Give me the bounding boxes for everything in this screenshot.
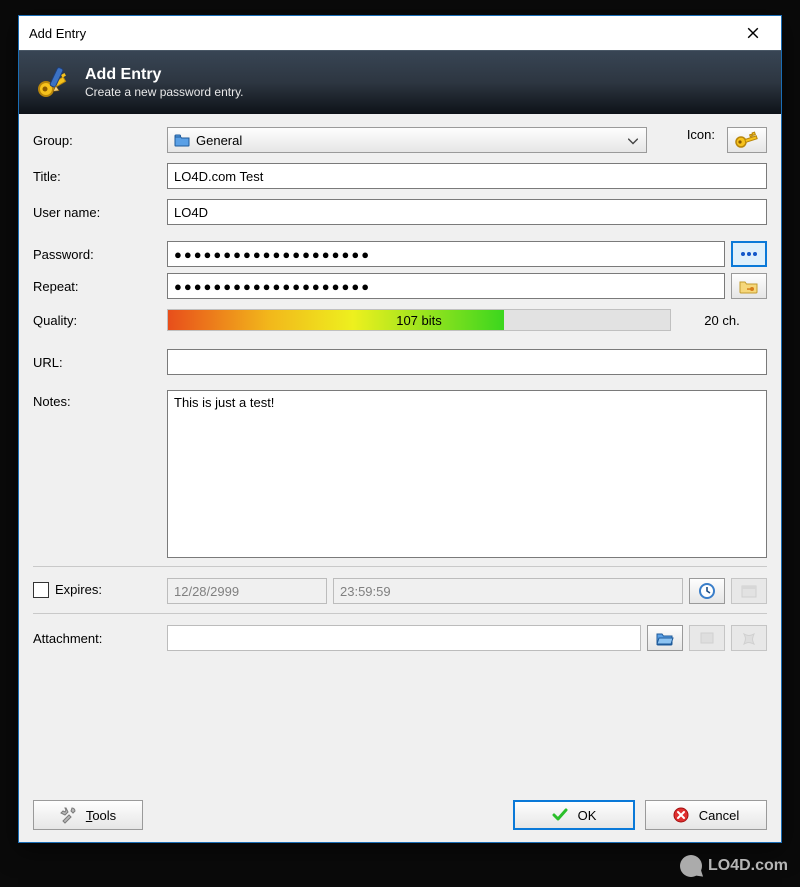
calendar-disabled-icon [741,584,757,598]
folder-icon [174,133,190,147]
group-value: General [196,133,242,148]
expires-checkbox[interactable]: Expires: [33,582,102,598]
close-button[interactable] [731,19,775,47]
ok-button[interactable]: OK [513,800,635,830]
watermark: LO4D.com [680,855,788,877]
key-pencil-icon [34,63,74,103]
label-title: Title: [33,169,167,184]
watermark-icon [680,855,702,877]
attachment-open-button[interactable] [647,625,683,651]
tools-icon [60,806,78,824]
expires-date-input[interactable] [167,578,327,604]
row-password: Password: [33,240,767,268]
group-select[interactable]: General [167,127,647,153]
tools-label: Tools [86,808,116,823]
divider-1 [33,566,767,567]
dialog-window: Add Entry Add Entry Create a new passwor [18,15,782,843]
form-area: Group: General Icon: [19,114,781,842]
row-title: Title: [33,162,767,190]
quality-char-count: 20 ch. [677,313,767,328]
row-username: User name: [33,198,767,226]
dots-icon [739,249,759,259]
label-repeat: Repeat: [33,279,167,294]
cancel-button[interactable]: Cancel [645,800,767,830]
banner-heading: Add Entry [85,66,244,84]
label-quality: Quality: [33,313,167,328]
label-url: URL: [33,355,167,370]
username-input[interactable] [167,199,767,225]
checkbox-box [33,582,49,598]
row-url: URL: [33,348,767,376]
expires-time-input[interactable] [333,578,683,604]
row-repeat: Repeat: [33,272,767,300]
label-username: User name: [33,205,167,220]
label-password: Password: [33,247,167,262]
attachment-input[interactable] [167,625,641,651]
attachment-save-button[interactable] [689,625,725,651]
label-attachment: Attachment: [33,631,167,646]
expires-calendar-button[interactable] [731,578,767,604]
attach-delete-icon [741,631,757,645]
attach-view-icon [699,631,715,645]
generate-password-button[interactable] [731,273,767,299]
cancel-icon [673,807,689,823]
folder-key-icon [739,278,759,294]
row-group: Group: General Icon: [33,126,767,154]
row-attachment: Attachment: [33,624,767,652]
repeat-password-input[interactable] [167,273,725,299]
row-quality: Quality: 107 bits 20 ch. [33,306,767,334]
stage: Add Entry Add Entry Create a new passwor [0,0,800,887]
tools-button[interactable]: Tools [33,800,143,830]
watermark-text: LO4D.com [708,857,788,875]
close-icon [747,27,759,39]
notes-textarea[interactable] [167,390,767,558]
attachment-delete-button[interactable] [731,625,767,651]
divider-2 [33,613,767,614]
banner: Add Entry Create a new password entry. [19,50,781,114]
expires-preset-button[interactable] [689,578,725,604]
ok-label: OK [578,808,597,823]
cancel-label: Cancel [699,808,739,823]
row-notes: Notes: [33,390,767,558]
quality-meter: 107 bits [167,309,671,331]
label-expires: Expires: [55,582,102,597]
banner-subtitle: Create a new password entry. [85,85,244,99]
banner-texts: Add Entry Create a new password entry. [85,66,244,100]
check-icon [552,808,568,822]
icon-picker-button[interactable] [727,127,767,153]
chevron-down-icon [628,133,638,148]
quality-bits: 107 bits [168,310,670,330]
clock-icon [698,582,716,600]
label-icon: Icon: [677,127,721,153]
toggle-password-button[interactable] [731,241,767,267]
title-input[interactable] [167,163,767,189]
key-icon [735,131,759,149]
url-input[interactable] [167,349,767,375]
footer-bar: Tools OK Cancel [33,800,767,830]
label-group: Group: [33,133,167,148]
window-title: Add Entry [29,26,86,41]
password-input[interactable] [167,241,725,267]
titlebar: Add Entry [19,16,781,50]
label-notes: Notes: [33,390,167,409]
banner-icon-wrap [33,62,75,104]
open-folder-icon [656,631,674,646]
row-expires: Expires: [33,577,767,605]
